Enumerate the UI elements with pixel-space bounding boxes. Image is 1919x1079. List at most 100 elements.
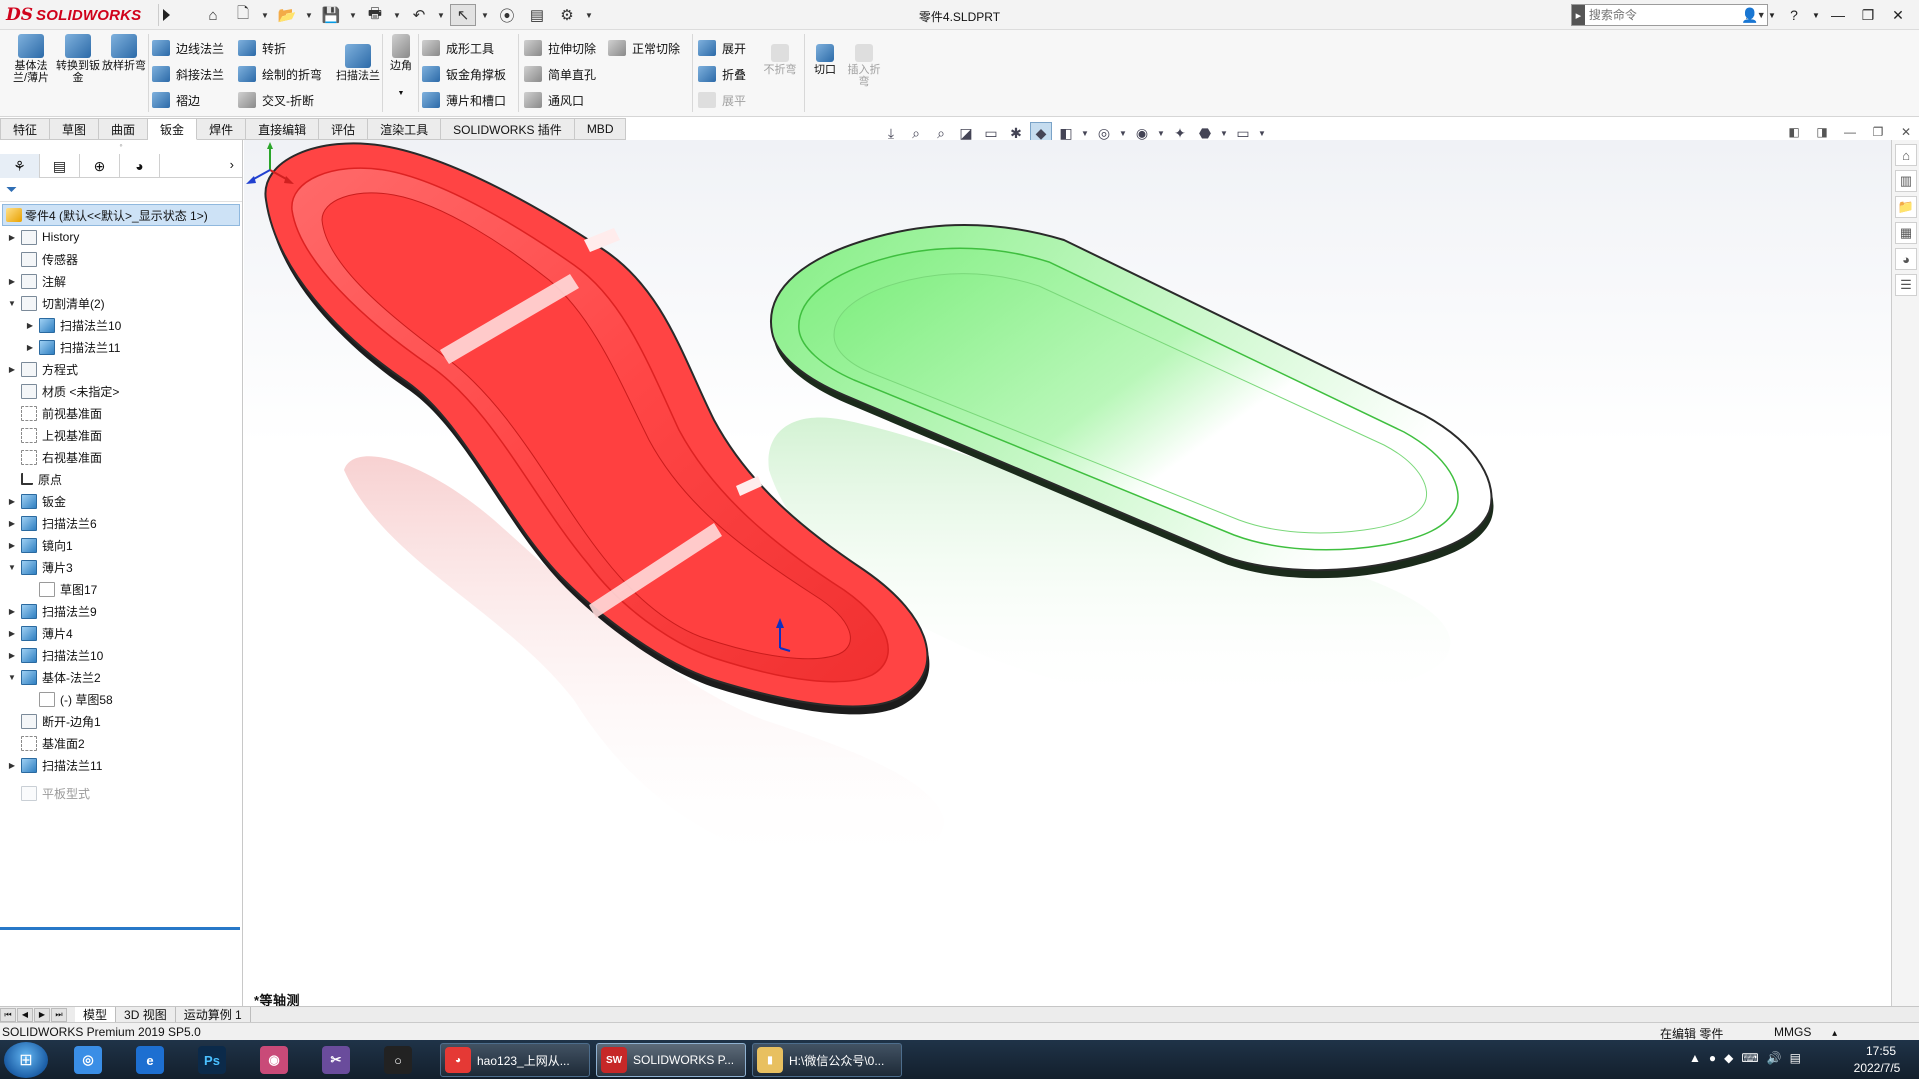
tree-item[interactable]: ▶ 薄片4 <box>0 622 242 644</box>
print-icon[interactable]: 🖶 <box>362 4 388 26</box>
expand-toggle-icon[interactable]: ▶ <box>6 277 18 286</box>
undo-dropdown-icon[interactable]: ▼ <box>436 4 446 26</box>
lofted-bend-button[interactable]: 放样折弯 <box>102 34 146 72</box>
viewport-close-icon[interactable]: ✕ <box>1898 124 1914 140</box>
tree-item[interactable]: ▶ 扫描法兰10 <box>0 644 242 666</box>
options-gear-icon[interactable]: ⚙ <box>554 4 580 26</box>
media-app-icon[interactable]: ○ <box>376 1043 420 1077</box>
last-tab-arrow-icon[interactable]: ⏭ <box>51 1007 67 1022</box>
rollback-bar[interactable] <box>0 927 240 930</box>
configurationmanager-tab-icon[interactable]: ⊕ <box>80 154 120 178</box>
command-search-icon[interactable]: ▸ <box>1572 5 1585 25</box>
tree-item[interactable]: ▼ 基体-法兰2 <box>0 666 242 688</box>
part-root-node[interactable]: 零件4 (默认<<默认>_显示状态 1>) <box>2 204 240 226</box>
select-dropdown-icon[interactable]: ▼ <box>480 4 490 26</box>
tree-item[interactable]: 基准面2 <box>0 732 242 754</box>
tree-item[interactable]: ▼ 薄片3 <box>0 556 242 578</box>
tree-item[interactable]: ▶ 扫描法兰11 <box>0 336 242 358</box>
simple-hole-button[interactable]: 简单直孔 <box>524 64 596 84</box>
featuremanager-tab-icon[interactable]: ⚘ <box>0 154 40 178</box>
jog-button[interactable]: 转折 <box>238 38 286 58</box>
scissors-tool-icon[interactable]: ✂ <box>314 1043 358 1077</box>
corners-button[interactable]: 边角 ▼ <box>386 34 416 100</box>
open-dropdown-icon[interactable]: ▼ <box>304 4 314 26</box>
cross-break-button[interactable]: 交叉-折断 <box>238 90 314 110</box>
menu-flyout-arrow-icon[interactable] <box>158 4 172 26</box>
baidu-netdisk-icon[interactable]: ◎ <box>66 1043 110 1077</box>
tree-item[interactable]: 上视基准面 <box>0 424 242 446</box>
file-properties-icon[interactable]: ▤ <box>524 4 550 26</box>
tab-0[interactable]: 特征 <box>0 118 51 140</box>
tree-item[interactable]: ▶ History <box>0 226 242 248</box>
security-tray-icon[interactable]: ◆ <box>1724 1051 1733 1065</box>
restore-icon[interactable]: ❐ <box>1855 4 1881 26</box>
tab-and-slot-button[interactable]: 薄片和槽口 <box>422 90 506 110</box>
view-palette-icon[interactable]: ▦ <box>1895 222 1917 244</box>
expand-toggle-icon[interactable]: ▶ <box>6 629 18 638</box>
start-menu-icon[interactable]: ⊞ <box>4 1042 48 1078</box>
open-file-icon[interactable]: 📂 <box>274 4 300 26</box>
panel-collapse-left-icon[interactable]: ◧ <box>1786 124 1802 140</box>
prev-tab-arrow-icon[interactable]: ◀ <box>17 1007 33 1022</box>
tab-8[interactable]: SOLIDWORKS 插件 <box>441 118 575 140</box>
tree-item[interactable]: (-) 草图58 <box>0 688 242 710</box>
tab-5[interactable]: 直接编辑 <box>246 118 320 140</box>
expand-toggle-icon[interactable]: ▶ <box>6 233 18 242</box>
displaymanager-tab-icon[interactable]: ◕ <box>120 154 160 178</box>
swept-flange-button[interactable]: 扫描法兰 <box>336 44 380 82</box>
bottom-tab-0[interactable]: 模型 <box>75 1006 117 1023</box>
print-dropdown-icon[interactable]: ▼ <box>392 4 402 26</box>
bottom-tab-1[interactable]: 3D 视图 <box>116 1006 176 1023</box>
propertymanager-tab-icon[interactable]: ▤ <box>40 154 80 178</box>
tree-item[interactable]: ▶ 镜向1 <box>0 534 242 556</box>
new-dropdown-icon[interactable]: ▼ <box>260 4 270 26</box>
select-icon[interactable]: ↖ <box>450 4 476 26</box>
hem-button[interactable]: 褶边 <box>152 90 200 110</box>
filter-icon[interactable]: ⏷ <box>6 181 17 198</box>
expand-toggle-icon[interactable]: ▶ <box>6 497 18 506</box>
wechat-tray-icon[interactable]: ● <box>1709 1051 1716 1065</box>
tree-item[interactable]: 前视基准面 <box>0 402 242 424</box>
solidworks-logo[interactable]: DS SOLIDWORKS <box>6 4 156 26</box>
clock-date[interactable]: 2022/7/5 <box>1845 1061 1909 1075</box>
save-icon[interactable]: 💾 <box>318 4 344 26</box>
viewport-restore-icon[interactable]: ❐ <box>1870 124 1886 140</box>
unit-system-selector[interactable]: MMGS <box>1774 1025 1837 1039</box>
user-dropdown-icon[interactable]: ▼ <box>1767 4 1777 26</box>
base-flange-button[interactable]: 基体法兰/薄片 <box>8 34 54 84</box>
input-method-icon[interactable]: ⌨ <box>1741 1051 1758 1065</box>
tab-3[interactable]: 钣金 <box>148 118 198 140</box>
extruded-cut-button[interactable]: 拉伸切除 <box>524 38 596 58</box>
browser-icon[interactable]: e <box>128 1043 172 1077</box>
traffic-light-icon[interactable]: ⦿ <box>494 4 520 26</box>
tree-item[interactable]: 右视基准面 <box>0 446 242 468</box>
tree-item[interactable]: 断开-边角1 <box>0 710 242 732</box>
expand-toggle-icon[interactable]: ▼ <box>6 673 18 682</box>
tab-7[interactable]: 渲染工具 <box>368 118 442 140</box>
recorder-app-icon[interactable]: ◉ <box>252 1043 296 1077</box>
sketched-bend-button[interactable]: 绘制的折弯 <box>238 64 322 84</box>
tree-item[interactable]: 平板型式 <box>0 782 242 804</box>
home-icon[interactable]: ⌂ <box>200 4 226 26</box>
taskbar-task[interactable]: ◕ hao123_上网从... <box>440 1043 590 1077</box>
photoshop-icon[interactable]: Ps <box>190 1043 234 1077</box>
tree-item[interactable]: 传感器 <box>0 248 242 270</box>
tab-4[interactable]: 焊件 <box>197 118 247 140</box>
user-icon[interactable]: 👤 <box>1737 4 1763 26</box>
volume-icon[interactable]: 🔊 <box>1767 1051 1782 1065</box>
tab-9[interactable]: MBD <box>574 118 627 140</box>
tree-item[interactable]: ▶ 注解 <box>0 270 242 292</box>
bottom-tab-2[interactable]: 运动算例 1 <box>176 1006 251 1023</box>
unfold-button[interactable]: 展开 <box>698 38 746 58</box>
close-icon[interactable]: ✕ <box>1885 4 1911 26</box>
save-dropdown-icon[interactable]: ▼ <box>348 4 358 26</box>
search-input[interactable] <box>1584 8 1744 22</box>
feature-tree-filter[interactable]: ⏷ <box>0 178 242 202</box>
tree-item[interactable]: ▶ 扫描法兰6 <box>0 512 242 534</box>
expand-toggle-icon[interactable]: ▶ <box>24 321 36 330</box>
network-icon[interactable]: ▤ <box>1790 1051 1801 1065</box>
options-dropdown-icon[interactable]: ▼ <box>584 4 594 26</box>
panel-expand-right-icon[interactable]: ◨ <box>1814 124 1830 140</box>
tree-item[interactable]: 原点 <box>0 468 242 490</box>
tree-item[interactable]: ▼ 切割清单(2) <box>0 292 242 314</box>
